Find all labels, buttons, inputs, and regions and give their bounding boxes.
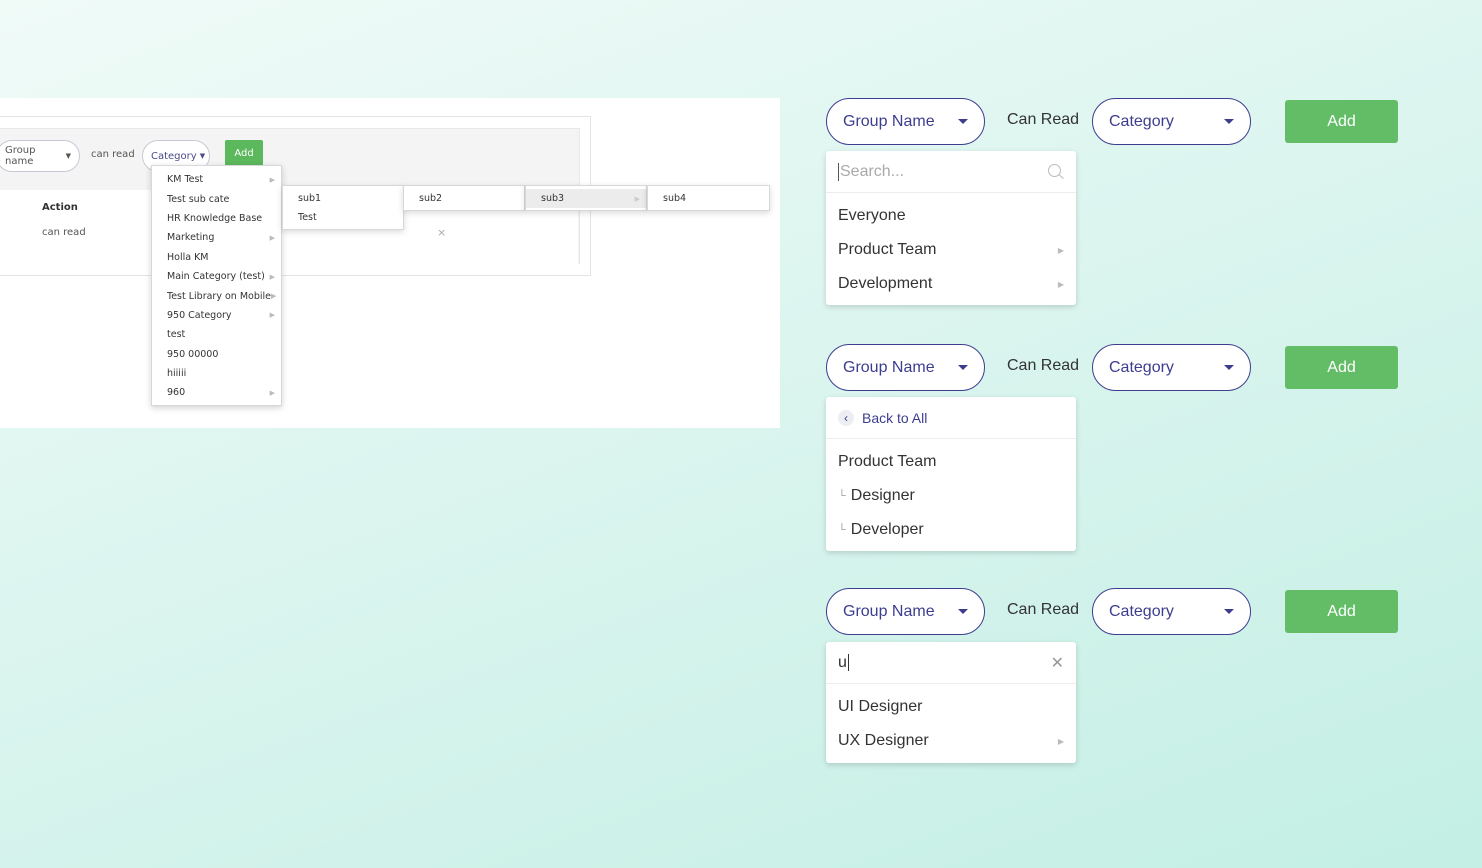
group-subgroup-panel: ‹ Back to All Product Team └ Designer └ De… <box>826 397 1076 551</box>
legacy-submenu-level1: sub1 Test <box>282 185 404 230</box>
list-item[interactable]: Development ▶ <box>826 267 1076 301</box>
legacy-category-label: Category <box>151 150 197 162</box>
search-header: Search... <box>826 151 1076 193</box>
legacy-group-label: Group name <box>5 145 36 167</box>
legacy-menu-item[interactable]: 960 ▶ <box>152 383 281 402</box>
group-name-dropdown[interactable]: Group Name <box>826 588 985 635</box>
caret-down-icon <box>1224 365 1234 370</box>
legacy-submenu-item[interactable]: sub3 ▶ <box>526 189 646 208</box>
list-item[interactable]: Everyone <box>826 199 1076 233</box>
legacy-submenu-level4: sub4 <box>647 185 770 211</box>
legacy-menu-item[interactable]: HR Knowledge Base <box>152 209 281 228</box>
list-item-child[interactable]: └ Developer <box>826 513 1076 547</box>
legacy-menu-item[interactable]: Test Library on Mobile ▶ <box>152 286 281 305</box>
legacy-permission-panel: Group name ▼ can read Category ▼ Add Act… <box>0 98 780 428</box>
legacy-submenu-level3: sub3 ▶ <box>525 185 647 211</box>
chevron-right-icon: ▶ <box>269 233 275 242</box>
legacy-submenu-level2: sub2 <box>403 185 525 211</box>
legacy-submenu-item[interactable]: sub4 <box>648 189 769 208</box>
legacy-can-read-label: can read <box>91 149 135 160</box>
legacy-menu-item[interactable]: Holla KM <box>152 248 281 267</box>
group-name-dropdown[interactable]: Group Name <box>826 98 985 145</box>
list-item-parent[interactable]: Product Team <box>826 445 1076 479</box>
legacy-add-button[interactable]: Add <box>225 140 263 166</box>
caret-down-icon: ▼ <box>65 152 71 160</box>
legacy-menu-item[interactable]: Test sub cate <box>152 189 281 208</box>
text-cursor <box>847 653 849 671</box>
caret-down-icon <box>958 609 968 614</box>
add-button[interactable]: Add <box>1285 346 1398 389</box>
caret-down-icon <box>958 119 968 124</box>
list-item[interactable]: UX Designer ▶ <box>826 724 1076 758</box>
permission-row-1: Group Name Can Read Category Add <box>826 98 1406 146</box>
back-header: ‹ Back to All <box>826 397 1076 439</box>
caret-down-icon <box>1224 119 1234 124</box>
list-item-child[interactable]: └ Designer <box>826 479 1076 513</box>
chevron-right-icon: ▶ <box>1057 736 1064 746</box>
chevron-right-icon: ▶ <box>1057 245 1064 255</box>
add-button[interactable]: Add <box>1285 100 1398 143</box>
group-search-results-panel: u ✕ UI Designer UX Designer ▶ <box>826 642 1076 763</box>
back-to-all-link[interactable]: ‹ Back to All <box>838 409 927 426</box>
legacy-menu-item[interactable]: KM Test ▶ <box>152 170 281 189</box>
search-input[interactable]: u <box>838 653 1051 672</box>
list-item[interactable]: UI Designer <box>826 690 1076 724</box>
legacy-menu-item[interactable]: test <box>152 325 281 344</box>
search-input[interactable]: Search... <box>838 162 1048 181</box>
caret-down-icon <box>1224 609 1234 614</box>
chevron-right-icon: ▶ <box>269 175 275 184</box>
legacy-menu-item[interactable]: 950 00000 <box>152 345 281 364</box>
permission-row-2: Group Name Can Read Category Add <box>826 344 1406 392</box>
legacy-table-header-action: Action <box>42 202 78 213</box>
legacy-submenu-item[interactable]: sub2 <box>404 189 524 208</box>
legacy-category-menu: KM Test ▶ Test sub cate HR Knowledge Base… <box>151 165 282 406</box>
add-button[interactable]: Add <box>1285 590 1398 633</box>
legacy-table-cell: can read <box>42 227 86 238</box>
legacy-menu-item[interactable]: hiiiii <box>152 364 281 383</box>
remove-icon[interactable]: × <box>437 226 446 239</box>
category-dropdown[interactable]: Category <box>1092 344 1251 391</box>
category-dropdown[interactable]: Category <box>1092 98 1251 145</box>
chevron-right-icon: ▶ <box>269 272 275 281</box>
chevron-right-icon: ▶ <box>1057 279 1064 289</box>
can-read-label: Can Read <box>1007 357 1080 374</box>
legacy-menu-item[interactable]: Marketing ▶ <box>152 228 281 247</box>
tree-branch-icon: └ <box>838 490 846 502</box>
legacy-submenu-item[interactable]: sub1 <box>283 189 403 208</box>
list-item[interactable]: Product Team ▶ <box>826 233 1076 267</box>
category-dropdown[interactable]: Category <box>1092 588 1251 635</box>
chevron-right-icon: ▶ <box>270 292 277 301</box>
permission-row-3: Group Name Can Read Category Add <box>826 588 1406 636</box>
legacy-menu-item[interactable]: 950 Category ▶ <box>152 306 281 325</box>
tree-branch-icon: └ <box>838 524 846 536</box>
search-header: u ✕ <box>826 642 1076 684</box>
chevron-right-icon: ▶ <box>269 388 275 397</box>
caret-down-icon <box>958 365 968 370</box>
legacy-menu-item[interactable]: Main Category (test) ▶ <box>152 267 281 286</box>
caret-down-icon: ▼ <box>199 152 206 160</box>
search-icon <box>1048 163 1064 180</box>
chevron-left-icon: ‹ <box>838 409 854 426</box>
group-name-dropdown[interactable]: Group Name <box>826 344 985 391</box>
legacy-group-dropdown[interactable]: Group name ▼ <box>0 140 80 172</box>
clear-icon[interactable]: ✕ <box>1051 653 1064 673</box>
can-read-label: Can Read <box>1007 601 1080 618</box>
legacy-submenu-item[interactable]: Test <box>283 208 403 227</box>
can-read-label: Can Read <box>1007 111 1080 128</box>
chevron-right-icon: ▶ <box>269 311 275 320</box>
chevron-right-icon: ▶ <box>634 194 640 203</box>
group-search-panel: Search... Everyone Product Team ▶ Develop… <box>826 151 1076 305</box>
